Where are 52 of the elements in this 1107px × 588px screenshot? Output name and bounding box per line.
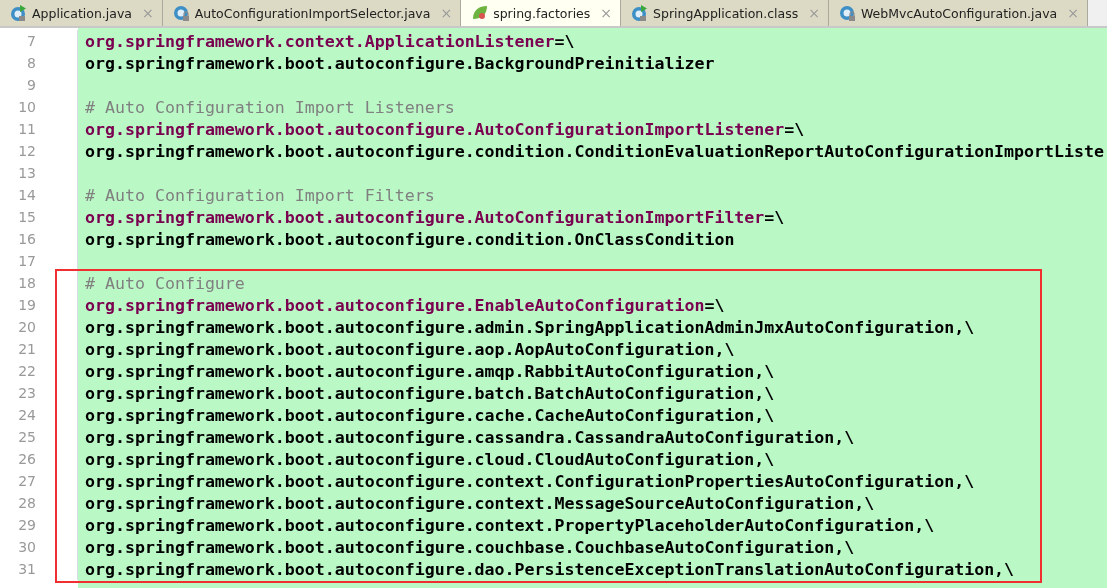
editor-tab[interactable]: Application.java × xyxy=(0,0,163,26)
line-number: 13 xyxy=(17,165,36,181)
line-number: 16 xyxy=(17,231,36,247)
line-number: 22 xyxy=(17,363,36,379)
property-value-line: org.springframework.boot.autoconfigure.context.PropertyPlaceholderAutoConfiguration,\ xyxy=(84,515,935,535)
property-value-line: org.springframework.boot.autoconfigure.admin.SpringApplicationAdminJmxAutoConfiguration,\ xyxy=(84,317,975,337)
editor-tab[interactable]: WebMvcAutoConfiguration.java × xyxy=(829,0,1088,26)
line-number: 8 xyxy=(26,55,36,71)
property-value-line: org.springframework.boot.autoconfigure.couchbase.CouchbaseAutoConfiguration,\ xyxy=(84,537,855,557)
property-value-line: org.springframework.boot.autoconfigure.condition.ConditionEvaluationReportAutoConfigurationImportListe xyxy=(84,141,1104,161)
line-number: 9 xyxy=(26,77,36,93)
property-value-line: org.springframework.boot.autoconfigure.cache.CacheAutoConfiguration,\ xyxy=(84,405,775,425)
property-value-line: org.springframework.boot.autoconfigure.cassandra.CassandraAutoConfiguration,\ xyxy=(84,427,855,447)
comment-line: # Auto Configuration Import Listeners xyxy=(84,97,455,117)
property-value-line: org.springframework.boot.autoconfigure.amqp.RabbitAutoConfiguration,\ xyxy=(84,361,775,381)
editor-tab[interactable]: SpringApplication.class × xyxy=(621,0,829,26)
line-number: 31 xyxy=(17,561,36,577)
line-number: 24 xyxy=(17,407,36,423)
property-value-line: org.springframework.boot.autoconfigure.aop.AopAutoConfiguration,\ xyxy=(84,339,735,359)
line-number: 29 xyxy=(17,517,36,533)
property-key-line: org.springframework.context.ApplicationListener=\ xyxy=(84,31,575,51)
property-value-line: org.springframework.boot.autoconfigure.context.ConfigurationPropertiesAutoConfiguration,\ xyxy=(84,471,975,491)
line-number: 10 xyxy=(17,99,36,115)
editor-tab[interactable]: AutoConfigurationImportSelector.java × xyxy=(162,0,462,26)
property-key-line: org.springframework.boot.autoconfigure.AutoConfigurationImportListener=\ xyxy=(84,119,805,139)
line-number: 30 xyxy=(17,539,36,555)
property-value-line: org.springframework.boot.autoconfigure.cloud.CloudAutoConfiguration,\ xyxy=(84,449,775,469)
property-key-line: org.springframework.boot.autoconfigure.EnableAutoConfiguration=\ xyxy=(84,295,725,315)
line-number: 28 xyxy=(17,495,36,511)
line-number: 20 xyxy=(17,319,36,335)
line-number: 12 xyxy=(17,143,36,159)
line-number: 14 xyxy=(17,187,36,203)
line-number: 17 xyxy=(17,253,36,269)
property-value-line: org.springframework.boot.autoconfigure.dao.PersistenceExceptionTranslationAutoConfiguration,\ xyxy=(84,559,1015,579)
line-number: 15 xyxy=(17,209,36,225)
editor-tab[interactable]: spring.factories × xyxy=(461,0,622,26)
comment-line: # Auto Configuration Import Filters xyxy=(84,185,435,205)
line-number: 26 xyxy=(17,451,36,467)
comment-line: # Auto Configure xyxy=(84,273,245,293)
property-value-line: org.springframework.boot.autoconfigure.BackgroundPreinitializer xyxy=(84,53,715,73)
line-number: 27 xyxy=(17,473,36,489)
line-number: 21 xyxy=(17,341,36,357)
line-number: 23 xyxy=(17,385,36,401)
line-number: 11 xyxy=(17,121,36,137)
property-value-line: org.springframework.boot.autoconfigure.condition.OnClassCondition xyxy=(84,229,735,249)
property-key-line: org.springframework.boot.autoconfigure.AutoConfigurationImportFilter=\ xyxy=(84,207,785,227)
property-value-line: org.springframework.boot.autoconfigure.context.MessageSourceAutoConfiguration,\ xyxy=(84,493,875,513)
line-number: 18 xyxy=(17,275,36,291)
line-number: 19 xyxy=(17,297,36,313)
property-value-line: org.springframework.boot.autoconfigure.batch.BatchAutoConfiguration,\ xyxy=(84,383,775,403)
line-number: 25 xyxy=(17,429,36,445)
line-number: 7 xyxy=(26,33,36,49)
